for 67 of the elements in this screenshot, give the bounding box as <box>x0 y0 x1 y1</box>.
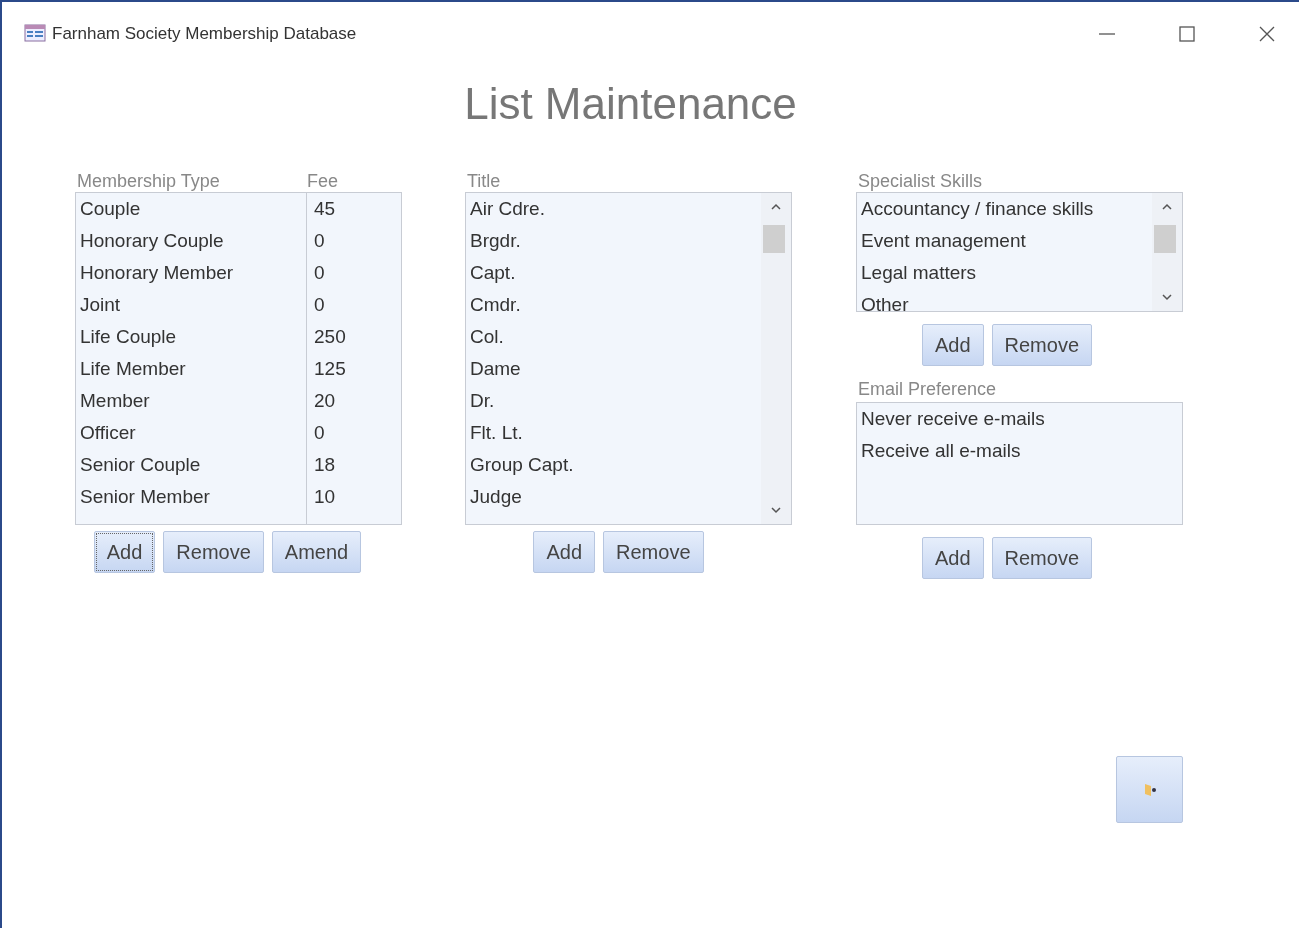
list-item[interactable]: 20 <box>310 385 336 417</box>
title-list[interactable]: Air Cdre. Brgdr. Capt. Cmdr. Col. Dame Dr. Flt. Lt. Group Capt. Judge <box>465 192 792 525</box>
list-item[interactable]: 0 <box>310 289 325 321</box>
list-item[interactable]: 0 <box>310 417 325 449</box>
list-item[interactable]: Col. <box>466 321 761 353</box>
add-button[interactable]: Add <box>533 531 596 573</box>
remove-button[interactable]: Remove <box>603 531 704 573</box>
list-label: Title <box>467 170 501 192</box>
remove-button[interactable]: Remove <box>991 324 1093 366</box>
add-button[interactable]: Add <box>921 537 984 579</box>
list-item[interactable]: 10 <box>310 481 336 513</box>
list-item[interactable]: Cmdr. <box>466 289 761 321</box>
list-item[interactable]: Senior Couple <box>76 449 310 481</box>
close-icon[interactable] <box>1257 24 1277 44</box>
remove-button[interactable]: Remove <box>991 537 1093 579</box>
list-item[interactable]: Joint <box>76 289 310 321</box>
scroll-down-icon[interactable] <box>770 506 782 514</box>
list-item[interactable]: Dr. <box>466 385 761 417</box>
scroll-up-icon[interactable] <box>770 203 782 211</box>
list-item[interactable]: Senior Member <box>76 481 310 513</box>
list-item[interactable]: Group Capt. <box>466 449 761 481</box>
list-item[interactable]: Flt. Lt. <box>466 417 761 449</box>
form-heading: List Maintenance <box>463 78 798 130</box>
scroll-up-icon[interactable] <box>1161 203 1173 211</box>
remove-button[interactable]: Remove <box>163 531 264 573</box>
list-item[interactable]: Legal matters <box>857 257 1152 289</box>
list-item[interactable]: Capt. <box>466 257 761 289</box>
list-item[interactable]: Honorary Member <box>76 257 310 289</box>
list-item[interactable]: Member <box>76 385 310 417</box>
list-item[interactable]: Life Couple <box>76 321 310 353</box>
column-label: Membership Type <box>77 170 221 192</box>
list-item[interactable]: Couple <box>76 193 310 225</box>
list-item[interactable]: Life Member <box>76 353 310 385</box>
scroll-down-icon[interactable] <box>1161 293 1173 301</box>
list-item[interactable]: 45 <box>310 193 336 225</box>
email-list[interactable]: Never receive e-mails Receive all e-mails <box>856 402 1183 525</box>
add-button[interactable]: Add <box>93 531 156 573</box>
scroll-thumb[interactable] <box>1154 225 1176 253</box>
scrollbar[interactable] <box>761 193 791 524</box>
list-item[interactable]: Air Cdre. <box>466 193 761 225</box>
list-item[interactable]: Receive all e-mails <box>857 435 1182 467</box>
list-item[interactable]: Other <box>857 289 1152 311</box>
list-item[interactable]: 0 <box>310 225 325 257</box>
add-button[interactable]: Add <box>921 324 984 366</box>
list-item[interactable]: 125 <box>310 353 346 385</box>
list-item[interactable]: Officer <box>76 417 310 449</box>
column-label: Fee <box>307 170 339 192</box>
list-item[interactable]: 0 <box>310 257 325 289</box>
list-item[interactable]: Accountancy / finance skills <box>857 193 1152 225</box>
scroll-thumb[interactable] <box>763 225 785 253</box>
skills-list[interactable]: Accountancy / finance skills Event management Legal matters Other <box>856 192 1183 312</box>
list-item[interactable]: Brgdr. <box>466 225 761 257</box>
list-item[interactable]: Judge <box>466 481 761 513</box>
list-label: Email Preference <box>858 378 997 400</box>
list-item[interactable]: 18 <box>310 449 336 481</box>
amend-button[interactable]: Amend <box>271 531 362 573</box>
list-item[interactable]: Event management <box>857 225 1152 257</box>
scrollbar[interactable] <box>1152 193 1182 311</box>
maximize-icon[interactable] <box>1177 24 1197 44</box>
list-item[interactable]: Never receive e-mails <box>857 403 1182 435</box>
list-item[interactable]: Dame <box>466 353 761 385</box>
list-item[interactable]: 250 <box>310 321 346 353</box>
list-item[interactable]: Honorary Couple <box>76 225 310 257</box>
window-title: Farnham Society Membership Database <box>52 24 357 44</box>
list-label: Specialist Skills <box>858 170 983 192</box>
membership-list[interactable]: Couple 45 Honorary Couple 0 Honorary Member 0 Joint 0 Life Couple 250 Life Member 125 Member 20 Officer 0 Senior Couple 18 Senior Member 10 <box>75 192 402 525</box>
form-icon <box>24 24 46 42</box>
